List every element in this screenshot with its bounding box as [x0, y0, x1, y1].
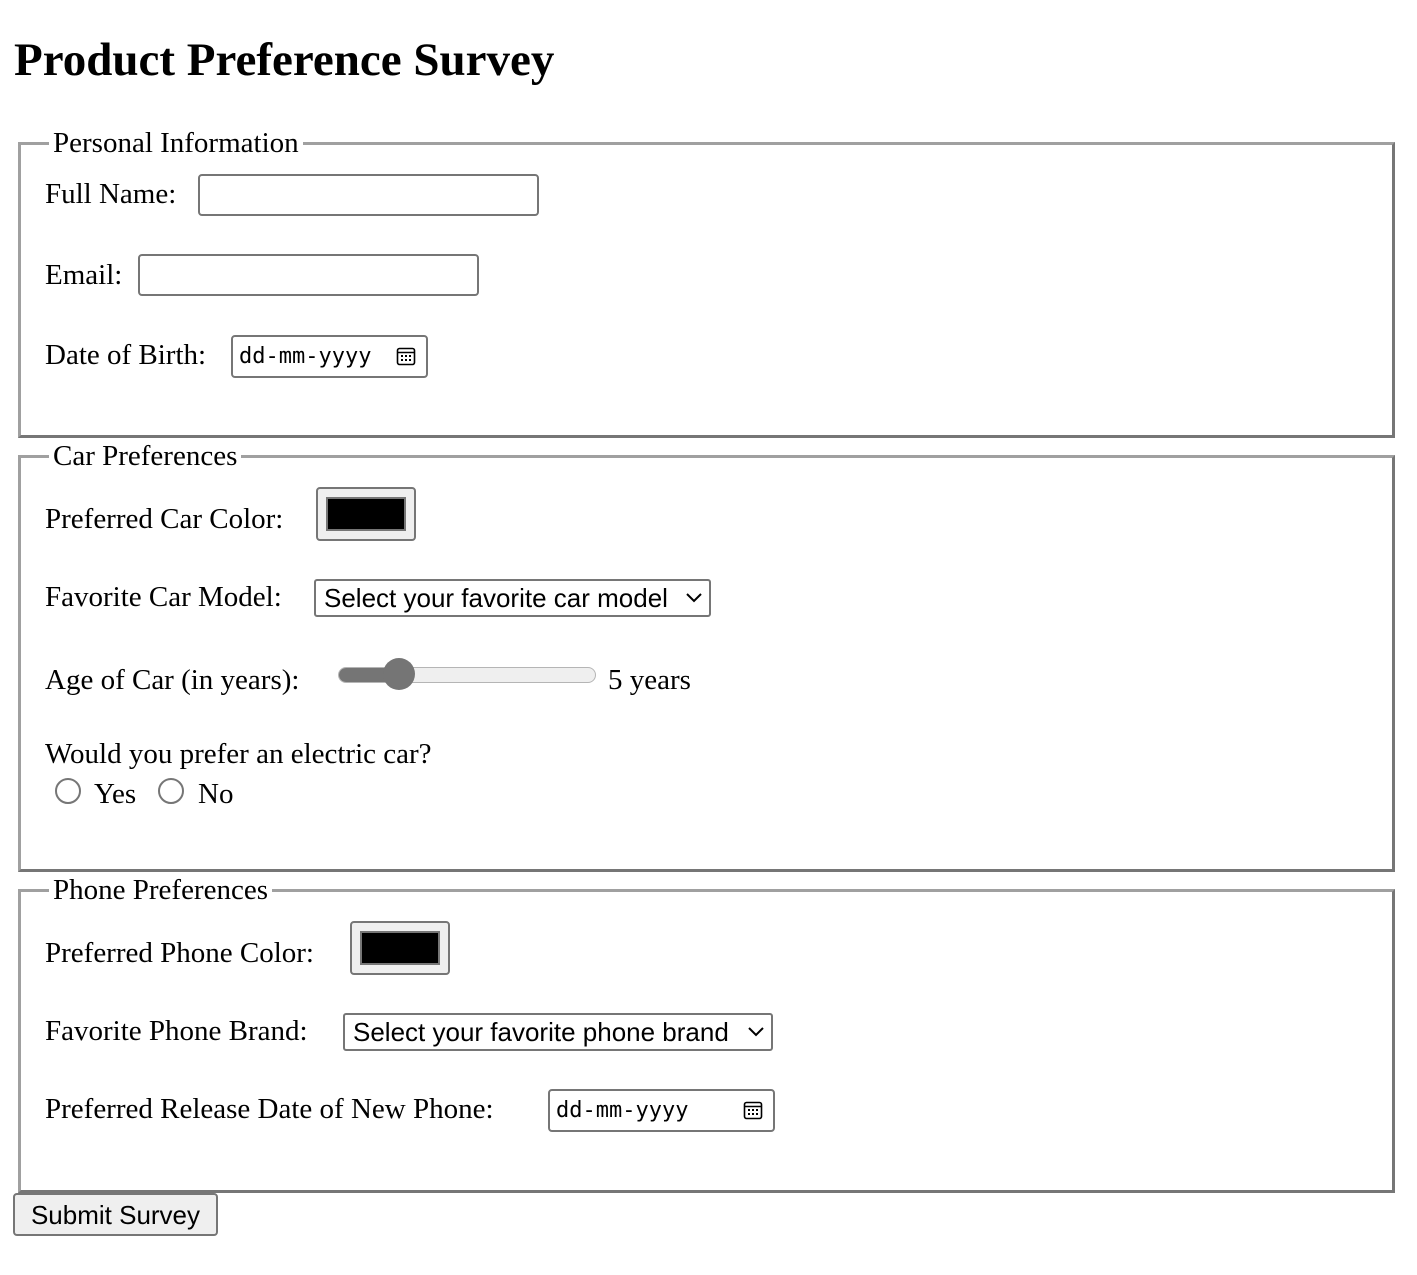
car-color-picker[interactable] — [316, 487, 416, 541]
submit-button[interactable]: Submit Survey — [13, 1193, 218, 1236]
full-name-input[interactable] — [198, 174, 539, 216]
car-prefs-legend: Car Preferences — [49, 440, 242, 472]
phone-color-swatch — [360, 931, 440, 965]
phone-color-label: Preferred Phone Color: — [45, 937, 314, 969]
car-model-select[interactable]: Select your favorite car model — [314, 579, 711, 617]
electric-no-label[interactable]: No — [198, 777, 233, 811]
dob-placeholder: dd-mm-yyyy — [239, 344, 372, 369]
car-age-slider[interactable] — [338, 667, 596, 683]
chevron-down-icon — [686, 593, 702, 603]
release-date-placeholder: dd-mm-yyyy — [556, 1098, 689, 1123]
car-age-slider-thumb[interactable] — [383, 658, 416, 690]
phone-color-picker[interactable] — [350, 921, 450, 975]
phone-brand-select[interactable]: Select your favorite phone brand — [343, 1013, 773, 1051]
phone-prefs-legend: Phone Preferences — [49, 874, 272, 906]
electric-no-radio[interactable] — [158, 778, 184, 804]
car-model-selected: Select your favorite car model — [324, 583, 668, 613]
car-color-swatch — [326, 497, 406, 531]
phone-brand-label: Favorite Phone Brand: — [45, 1015, 308, 1047]
full-name-label: Full Name: — [45, 178, 177, 210]
dob-input[interactable]: dd-mm-yyyy — [231, 335, 428, 378]
personal-info-legend: Personal Information — [49, 127, 303, 159]
car-color-label: Preferred Car Color: — [45, 503, 284, 535]
release-date-input[interactable]: dd-mm-yyyy — [548, 1089, 775, 1132]
dob-label: Date of Birth: — [45, 339, 207, 371]
release-date-label: Preferred Release Date of New Phone: — [45, 1093, 494, 1125]
page-title: Product Preference Survey — [14, 34, 555, 86]
phone-brand-selected: Select your favorite phone brand — [353, 1017, 729, 1047]
car-model-label: Favorite Car Model: — [45, 581, 282, 613]
electric-question: Would you prefer an electric car? — [45, 738, 432, 770]
electric-yes-radio[interactable] — [55, 778, 81, 804]
calendar-icon[interactable] — [396, 346, 416, 366]
calendar-icon[interactable] — [743, 1100, 763, 1120]
chevron-down-icon — [748, 1027, 764, 1037]
car-age-label: Age of Car (in years): — [45, 664, 300, 696]
car-age-value: 5 years — [608, 664, 691, 696]
electric-yes-label[interactable]: Yes — [94, 777, 136, 811]
email-input[interactable] — [138, 254, 479, 296]
email-label: Email: — [45, 259, 123, 291]
